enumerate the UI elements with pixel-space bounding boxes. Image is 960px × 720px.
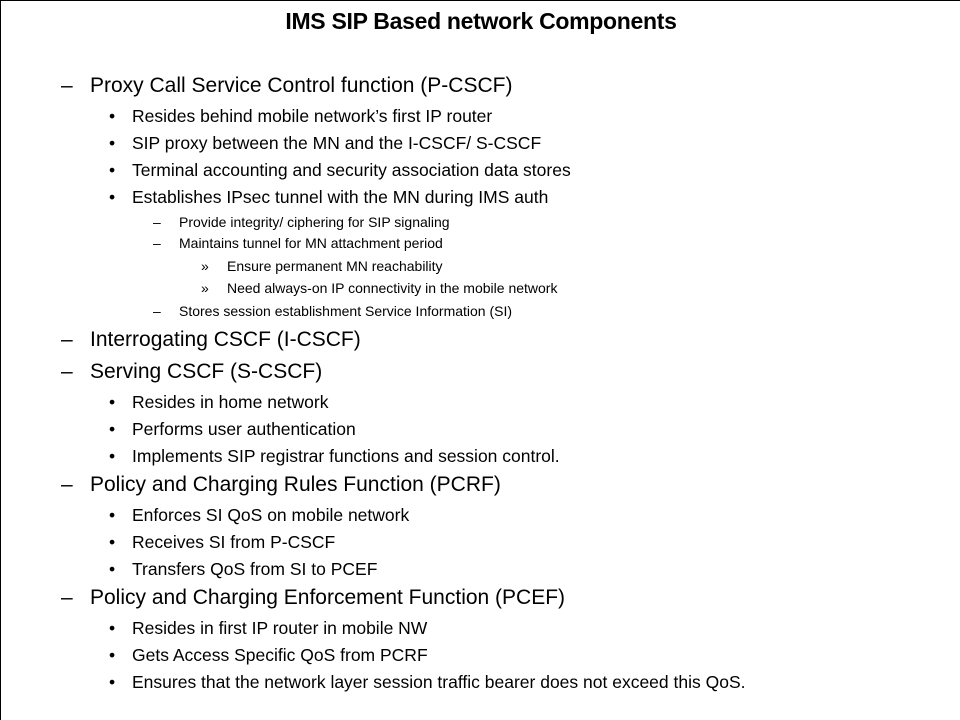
slide: IMS SIP Based network Components – Proxy … — [0, 0, 960, 720]
outline-item-text: Gets Access Specific QoS from PCRF — [132, 645, 428, 665]
bullet-marker-icon: • — [109, 392, 116, 412]
outline-item-text: Implements SIP registrar functions and s… — [132, 446, 560, 466]
outline-item-text: Need always-on IP connectivity in the mo… — [227, 280, 558, 296]
bullet-marker-icon: • — [109, 106, 116, 126]
outline-item-text: Transfers QoS from SI to PCEF — [132, 559, 378, 579]
outline-item-text: Resides in first IP router in mobile NW — [132, 618, 428, 638]
outline-item-text: Provide integrity/ ciphering for SIP sig… — [179, 214, 450, 230]
outline-item-text: Interrogating CSCF (I-CSCF) — [90, 328, 361, 351]
dash-marker-icon: – — [61, 328, 73, 351]
outline-item-text: Ensure permanent MN reachability — [227, 258, 443, 274]
bullet-marker-icon: • — [109, 672, 116, 692]
dash-marker-icon: – — [61, 473, 73, 496]
dash-marker-icon: – — [153, 214, 161, 230]
bullet-marker-icon: • — [109, 559, 116, 579]
dash-marker-icon: – — [61, 74, 73, 97]
dash-marker-icon: – — [61, 586, 73, 609]
bullet-marker-icon: • — [109, 187, 116, 207]
bullet-marker-icon: • — [109, 160, 116, 180]
dash-marker-icon: – — [153, 303, 161, 319]
chevron-marker-icon: » — [201, 258, 209, 274]
bullet-marker-icon: • — [109, 532, 116, 552]
outline-item-text: Receives SI from P-CSCF — [132, 532, 336, 552]
bullet-marker-icon: • — [109, 645, 116, 665]
outline-item-text: Terminal accounting and security associa… — [132, 160, 571, 180]
outline-item-text: SIP proxy between the MN and the I-CSCF/… — [132, 133, 542, 153]
outline-item-text: Enforces SI QoS on mobile network — [132, 505, 410, 525]
chevron-marker-icon: » — [201, 280, 209, 296]
dash-marker-icon: – — [61, 360, 73, 383]
bullet-marker-icon: • — [109, 133, 116, 153]
outline-item-text: Establishes IPsec tunnel with the MN dur… — [132, 187, 549, 207]
outline-item-text: Stores session establishment Service Inf… — [179, 303, 513, 319]
bullet-marker-icon: • — [109, 618, 116, 638]
bullet-marker-icon: • — [109, 505, 116, 525]
slide-title: IMS SIP Based network Components — [285, 8, 677, 34]
dash-marker-icon: – — [153, 235, 161, 251]
bullet-marker-icon: • — [109, 419, 116, 439]
bullet-marker-icon: • — [109, 446, 116, 466]
outline-item-text: Performs user authentication — [132, 419, 356, 439]
outline-item-text: Policy and Charging Enforcement Function… — [90, 586, 566, 609]
outline-item-text: Proxy Call Service Control function (P-C… — [90, 74, 513, 97]
outline-item-text: Policy and Charging Rules Function (PCRF… — [90, 473, 501, 496]
outline-item-text: Serving CSCF (S-CSCF) — [90, 360, 323, 383]
outline-item-text: Resides behind mobile network’s first IP… — [132, 106, 493, 126]
outline-item-text: Resides in home network — [132, 392, 329, 412]
outline-item-text: Ensures that the network layer session t… — [132, 672, 746, 692]
outline-item-text: Maintains tunnel for MN attachment perio… — [179, 235, 443, 251]
